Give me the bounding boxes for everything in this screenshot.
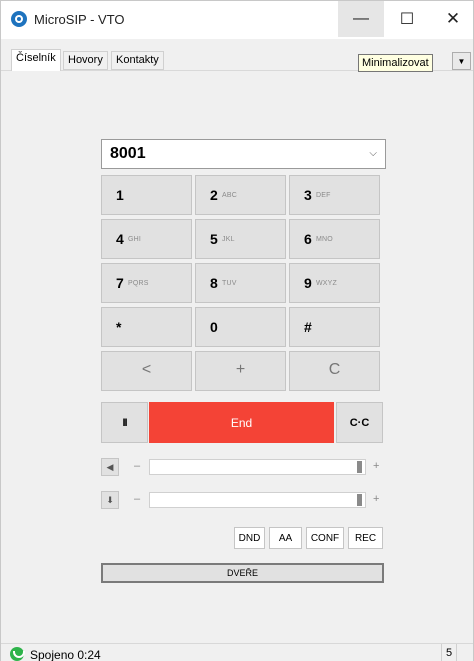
speaker-plus-label: +	[373, 460, 380, 472]
maximize-button[interactable]: ☐	[384, 1, 430, 37]
key-letters: MNO	[316, 236, 333, 243]
key-digit: 8	[210, 275, 218, 291]
title-bar: MicroSIP - VTO — ☐ ✕	[1, 1, 473, 39]
plus-icon: +	[235, 361, 246, 378]
door-open-button[interactable]: DVEŘE	[101, 563, 384, 583]
triangle-down-icon: ▼	[457, 56, 466, 66]
key-digit: 2	[210, 187, 218, 203]
transfer-icon: C·C	[349, 416, 370, 429]
key-letters: WXYZ	[316, 280, 338, 287]
tab-calls[interactable]: Hovory	[63, 51, 108, 70]
key-letters: JKL	[222, 236, 235, 243]
key-7[interactable]: 7 PQRS	[101, 263, 192, 303]
key-letters: TUV	[222, 280, 237, 287]
key-letters: GHI	[128, 236, 142, 243]
microsip-logo-icon	[11, 11, 27, 27]
key-digit: 0	[210, 319, 218, 335]
key-4[interactable]: 4 GHI	[101, 219, 192, 259]
microsip-window: MicroSIP - VTO — ☐ ✕ Číselník Hovory Kon…	[0, 0, 474, 661]
clear-icon: C	[328, 361, 341, 378]
plus-button[interactable]: +	[195, 351, 286, 391]
key-digit: 4	[116, 231, 124, 247]
conference-button[interactable]: CONF	[306, 527, 344, 549]
speaker-minus-label: –	[134, 460, 141, 472]
key-digit: 6	[304, 231, 312, 247]
key-2[interactable]: 2 ABC	[195, 175, 286, 215]
tab-contacts[interactable]: Kontakty	[111, 51, 164, 70]
speaker-mute-button[interactable]: ◀	[101, 458, 119, 476]
microphone-plus-label: +	[373, 493, 380, 505]
key-hash[interactable]: #	[289, 307, 380, 347]
chevron-down-icon[interactable]: ⌵	[369, 148, 377, 159]
microphone-minus-label: –	[134, 493, 141, 505]
microphone-mute-button[interactable]: ⬇	[101, 491, 119, 509]
key-9[interactable]: 9 WXYZ	[289, 263, 380, 303]
phone-connected-icon	[10, 647, 25, 661]
dnd-button[interactable]: DND	[234, 527, 265, 549]
tab-bar: Číselník Hovory Kontakty Minimalizovat ▼	[1, 39, 473, 75]
pause-icon: II	[122, 416, 127, 429]
key-1[interactable]: 1	[101, 175, 192, 215]
close-button[interactable]: ✕	[430, 1, 474, 37]
key-0[interactable]: 0	[195, 307, 286, 347]
minimize-button[interactable]: —	[338, 1, 384, 37]
backspace-icon: <	[141, 361, 152, 378]
call-status-text: Spojeno 0:24	[30, 648, 101, 661]
key-8[interactable]: 8 TUV	[195, 263, 286, 303]
microphone-icon: ⬇	[106, 494, 114, 505]
key-star[interactable]: *	[101, 307, 192, 347]
microphone-volume-thumb[interactable]	[357, 494, 362, 506]
status-count: 5	[441, 644, 457, 661]
dial-number-combobox[interactable]: 8001 ⌵	[101, 139, 386, 169]
record-button[interactable]: REC	[348, 527, 383, 549]
end-call-button[interactable]: End	[149, 402, 334, 443]
speaker-volume-thumb[interactable]	[357, 461, 362, 473]
key-digit: 9	[304, 275, 312, 291]
status-bar: Spojeno 0:24 5	[1, 643, 473, 661]
microphone-volume-slider[interactable]	[149, 492, 366, 508]
key-letters: PQRS	[128, 280, 149, 287]
key-letters: DEF	[316, 192, 331, 199]
speaker-icon: ◀	[106, 461, 114, 472]
key-digit: 1	[116, 187, 124, 203]
key-digit: #	[304, 319, 312, 335]
clear-button[interactable]: C	[289, 351, 380, 391]
key-3[interactable]: 3 DEF	[289, 175, 380, 215]
auto-answer-button[interactable]: AA	[269, 527, 302, 549]
key-digit: 7	[116, 275, 124, 291]
key-digit: 5	[210, 231, 218, 247]
key-digit: *	[116, 319, 122, 335]
window-title: MicroSIP - VTO	[34, 12, 125, 27]
key-5[interactable]: 5 JKL	[195, 219, 286, 259]
dial-number-value: 8001	[110, 145, 146, 162]
backspace-button[interactable]: <	[101, 351, 192, 391]
key-6[interactable]: 6 MNO	[289, 219, 380, 259]
speaker-volume-slider[interactable]	[149, 459, 366, 475]
tab-dialer[interactable]: Číselník	[11, 49, 61, 71]
minimize-tooltip: Minimalizovat	[358, 54, 433, 72]
key-digit: 3	[304, 187, 312, 203]
transfer-button[interactable]: C·C	[336, 402, 383, 443]
key-letters: ABC	[222, 192, 237, 199]
menu-dropdown-button[interactable]: ▼	[452, 52, 471, 70]
hold-button[interactable]: II	[101, 402, 148, 443]
